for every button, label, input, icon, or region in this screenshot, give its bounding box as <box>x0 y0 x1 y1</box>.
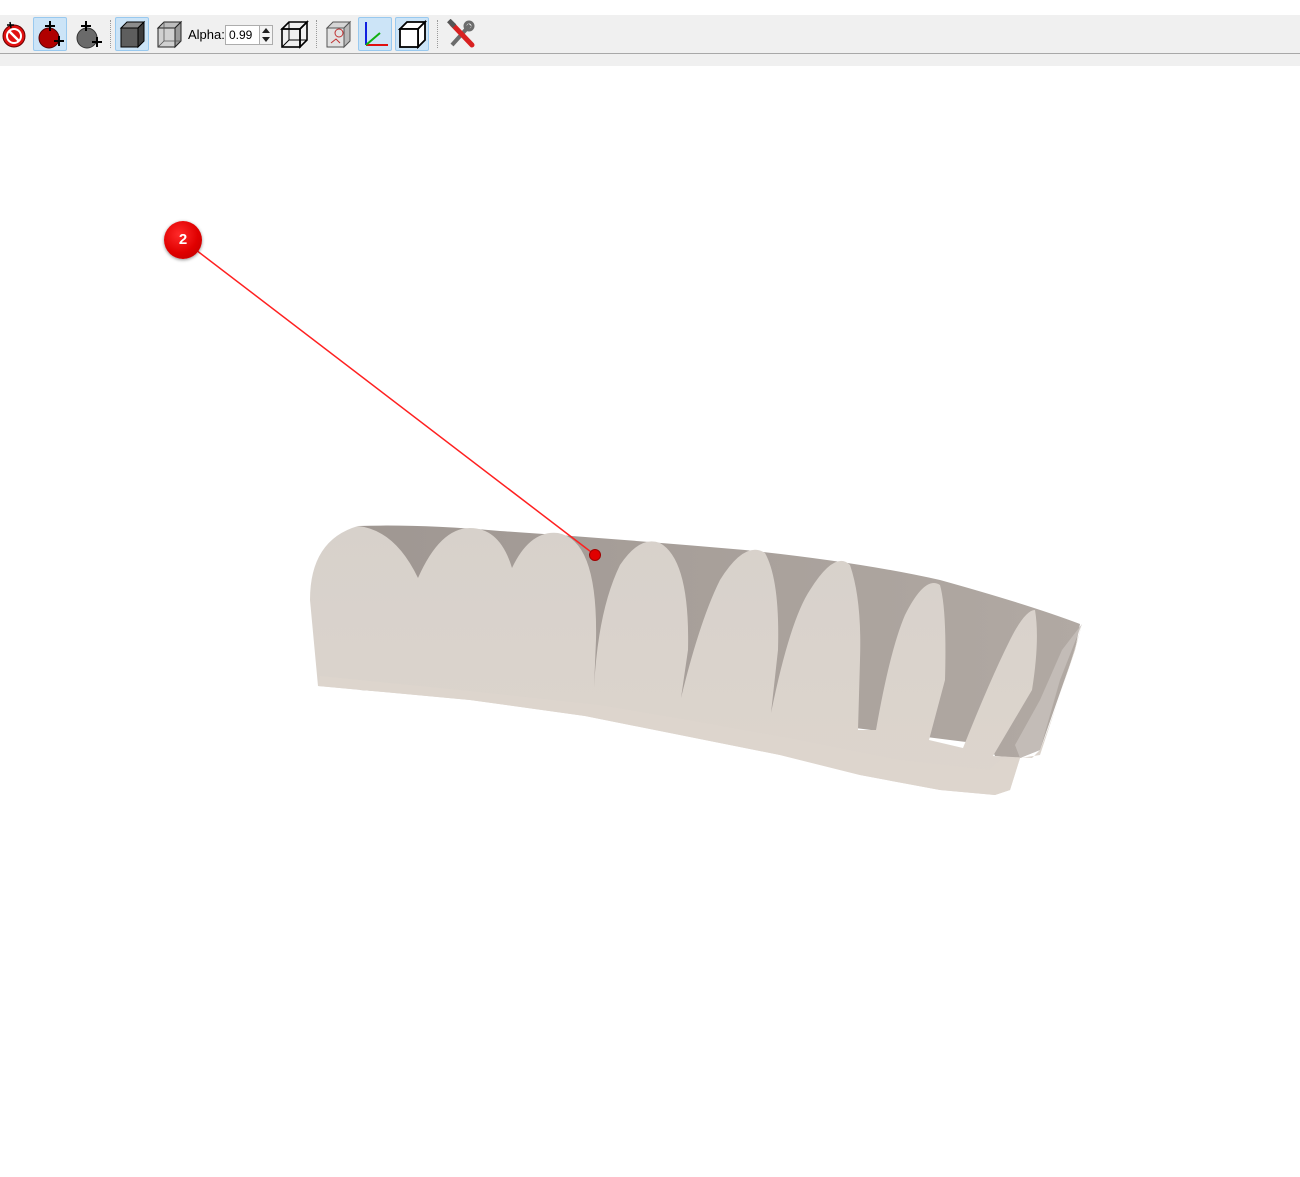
select-points-button[interactable] <box>33 17 67 51</box>
toolbar-separator <box>437 20 438 48</box>
select-all-points-button[interactable] <box>70 17 104 51</box>
bounding-box-icon <box>325 20 352 49</box>
solid-view-button[interactable] <box>115 17 149 51</box>
toolbar-bottom-strip <box>0 54 1300 66</box>
toolbar-separator <box>110 20 111 48</box>
marker-badge[interactable]: 2 <box>164 221 202 259</box>
marker-leader-line <box>195 249 596 556</box>
3d-viewport[interactable]: 2 <box>0 66 1300 1177</box>
wireframe-view-icon <box>280 20 309 49</box>
viewer-toolbar: Alpha: 0.99 <box>0 15 1300 54</box>
perspective-view-button[interactable] <box>395 17 429 51</box>
remove-selection-button[interactable] <box>0 17 30 51</box>
marker-label: 2 <box>178 231 188 248</box>
axes-icon <box>365 22 388 46</box>
spin-up-icon[interactable] <box>262 28 270 33</box>
axes-button[interactable] <box>358 17 392 51</box>
bounding-box-button[interactable] <box>321 17 355 51</box>
tools-button[interactable] <box>444 17 478 51</box>
perspective-box-icon <box>397 19 427 49</box>
alpha-label: Alpha: <box>188 27 225 42</box>
solid-view-icon <box>119 20 146 49</box>
select-points-icon <box>38 21 64 49</box>
transparent-view-button[interactable] <box>152 17 186 51</box>
alpha-spinbox[interactable]: 0.99 <box>225 25 273 45</box>
spin-down-icon[interactable] <box>262 37 270 42</box>
tools-icon <box>447 19 475 48</box>
alpha-value[interactable]: 0.99 <box>229 28 252 42</box>
remove-selection-icon <box>2 21 26 48</box>
alpha-spin-buttons[interactable] <box>259 26 272 44</box>
select-all-points-icon <box>76 21 102 49</box>
wireframe-view-button[interactable] <box>277 17 311 51</box>
transparent-view-icon <box>156 20 183 49</box>
toolbar-separator <box>316 20 317 48</box>
marker-point[interactable] <box>589 549 601 561</box>
window-top-edge <box>0 0 1300 15</box>
